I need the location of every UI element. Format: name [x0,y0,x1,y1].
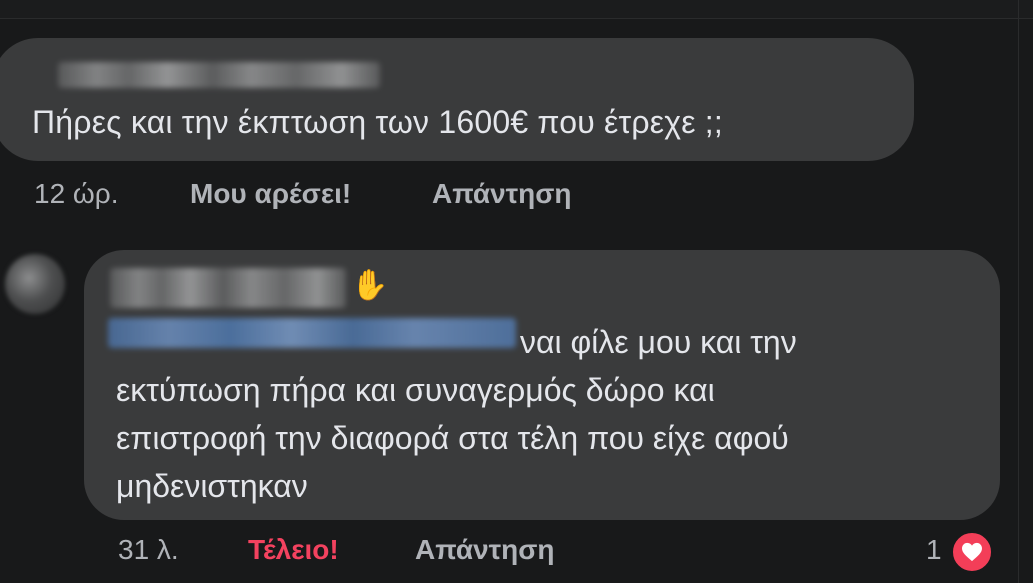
reply-button[interactable]: Απάντηση [432,178,572,210]
right-divider [1018,0,1019,583]
comment-bubble[interactable] [0,38,914,161]
comment-timestamp[interactable]: 31 λ. [118,534,179,566]
reaction-count[interactable]: 1 [926,534,942,566]
top-divider [0,0,1033,19]
comment-timestamp[interactable]: 12 ώρ. [34,178,119,210]
commenter-name-redacted[interactable] [110,268,346,308]
heart-icon[interactable] [950,530,994,574]
comment-line: μηδενιστηκαν [116,468,308,504]
comment-text: ναι φίλε μου και την εκτύπωση πήρα και σ… [116,318,996,510]
comment-line: ναι φίλε μου και την [520,324,797,360]
avatar[interactable] [5,254,65,314]
comment-line: επιστροφή την διαφορά στα τέλη που είχε … [116,420,789,456]
comments-screen: Πήρες και την έκπτωση των 1600€ που έτρε… [0,0,1033,583]
waving-hand-icon: ✋ [351,269,389,302]
comment-line: εκτύπωση πήρα και συναγερμός δώρο και [116,372,715,408]
comment-text: Πήρες και την έκπτωση των 1600€ που έτρε… [32,104,723,140]
like-button[interactable]: Μου αρέσει! [190,178,351,210]
love-reaction-button[interactable]: Τέλειο! [248,534,339,566]
reply-button[interactable]: Απάντηση [415,534,555,566]
commenter-name-redacted[interactable] [58,62,380,88]
